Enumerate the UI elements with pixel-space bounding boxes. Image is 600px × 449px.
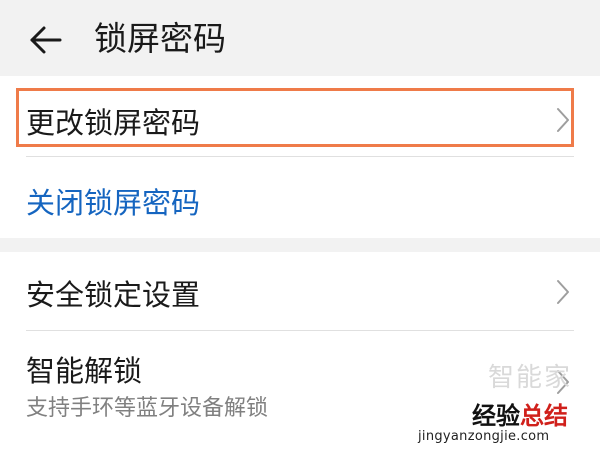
back-arrow-icon[interactable]	[26, 20, 66, 60]
chevron-right-icon	[557, 280, 569, 304]
turn-off-lock-password-link[interactable]: 关闭锁屏密码	[26, 180, 200, 222]
secure-lock-settings-row[interactable]: 安全锁定设置	[0, 258, 600, 328]
watermark-brand-black: 经验	[472, 402, 520, 430]
watermark-brand: 经验总结	[472, 396, 568, 431]
watermark-brand-red: 总结	[520, 402, 568, 430]
turn-off-lock-password-row[interactable]: 关闭锁屏密码	[0, 166, 600, 232]
smart-unlock-subtitle: 支持手环等蓝牙设备解锁	[26, 396, 269, 421]
divider	[26, 330, 574, 331]
header-bar: 锁屏密码	[0, 0, 600, 76]
highlight-annotation-box	[16, 88, 574, 147]
page-title: 锁屏密码	[94, 19, 226, 58]
secure-lock-settings-label: 安全锁定设置	[26, 278, 201, 312]
watermark-url: jingyanzongjie.com	[418, 429, 550, 444]
smart-unlock-label: 智能解锁	[26, 354, 143, 388]
divider	[26, 156, 574, 157]
watermark-faded-text: 智能家	[488, 363, 573, 393]
